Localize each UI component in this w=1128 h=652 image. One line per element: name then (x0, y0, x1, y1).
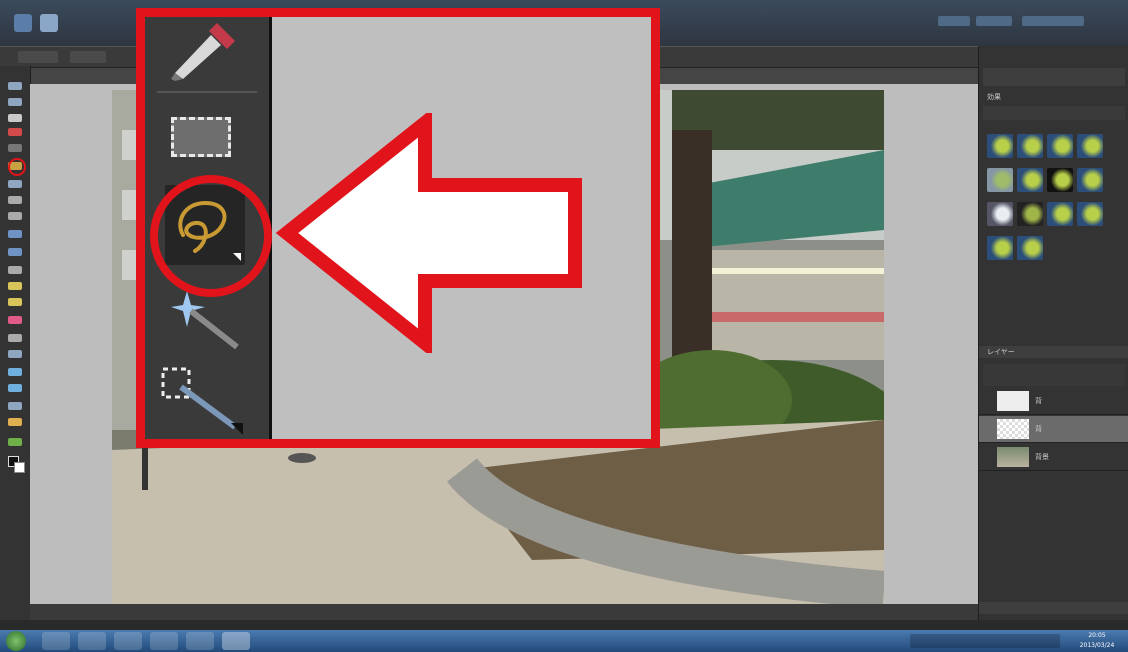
menu-item[interactable] (18, 51, 58, 63)
clock[interactable]: 20:05 2013/03/24 (1072, 631, 1122, 651)
clock-date: 2013/03/24 (1079, 642, 1115, 649)
home-icon[interactable] (40, 14, 58, 32)
toolbar-divider (157, 91, 257, 93)
layer-thumbnail (997, 419, 1029, 439)
straighten-tool-icon[interactable] (8, 248, 22, 256)
effect-thumbnail[interactable] (1077, 134, 1103, 158)
effect-thumbnail[interactable] (1017, 236, 1043, 260)
effect-thumbnail[interactable] (1047, 202, 1073, 226)
ie-taskbar-icon[interactable] (42, 632, 70, 650)
paint-bucket-tool-icon[interactable] (8, 368, 22, 376)
histogram-panel-header[interactable] (979, 602, 1128, 614)
eyedropper-tool-icon[interactable] (169, 21, 241, 81)
layer-row[interactable]: 背景 (979, 444, 1128, 471)
background-color-swatch[interactable] (14, 462, 25, 473)
quick-selection-tool-icon[interactable] (159, 365, 249, 435)
status-bar (30, 604, 978, 620)
tools-panel (0, 66, 31, 626)
layer-thumbnail (997, 391, 1029, 411)
bottom-info-bar (0, 620, 1128, 630)
window-control[interactable] (938, 16, 970, 26)
blur-tool-icon[interactable] (8, 418, 22, 426)
panel-tabs (983, 68, 1125, 86)
brush-tool-icon[interactable] (8, 334, 22, 342)
healing-brush-tool-icon[interactable] (8, 282, 22, 290)
app-taskbar-icon[interactable] (186, 632, 214, 650)
clone-stamp-tool-icon[interactable] (8, 298, 22, 306)
effect-thumbnail[interactable] (1017, 168, 1043, 192)
effect-thumbnail[interactable] (987, 236, 1013, 260)
effect-thumbnail[interactable] (1017, 134, 1043, 158)
layer-thumbnail (997, 447, 1029, 467)
effect-thumbnail[interactable] (987, 202, 1013, 226)
effect-thumbnail[interactable] (1017, 202, 1043, 226)
sponge-tool-icon[interactable] (8, 438, 22, 446)
layers-panel-header[interactable]: レイヤー (979, 346, 1128, 358)
workspace-switch[interactable] (1022, 16, 1084, 26)
highlight-circle (150, 175, 272, 297)
crop-tool-icon[interactable] (8, 212, 22, 220)
clock-time: 20:05 (1088, 632, 1106, 639)
effect-thumbnail[interactable] (1077, 202, 1103, 226)
media-taskbar-icon[interactable] (114, 632, 142, 650)
effect-thumbnail[interactable] (987, 168, 1013, 192)
eraser-tool-icon[interactable] (8, 316, 22, 324)
rectangular-marquee-tool-icon[interactable] (171, 117, 231, 157)
zoom-callout-frame (136, 8, 660, 448)
layer-row[interactable]: 背 (979, 388, 1128, 415)
window-control[interactable] (976, 16, 1012, 26)
effects-toolbar (983, 106, 1125, 120)
cookie-cutter-tool-icon[interactable] (8, 230, 22, 238)
eyedropper-tool-icon[interactable] (8, 128, 22, 136)
magic-wand-tool-icon[interactable] (8, 180, 22, 188)
layer-name: 背 (1035, 397, 1042, 405)
layer-row-selected[interactable]: 背 (979, 416, 1128, 443)
effect-thumbnail[interactable] (1077, 168, 1103, 192)
elements-taskbar-icon[interactable] (222, 632, 250, 650)
callout-arrow (275, 113, 582, 353)
red-eye-tool-icon[interactable] (8, 266, 22, 274)
effect-thumbnail[interactable] (1047, 168, 1073, 192)
app-taskbar-icon[interactable] (150, 632, 178, 650)
small-highlight-circle (8, 158, 26, 176)
app-logo-icon (14, 14, 32, 32)
system-tray[interactable] (910, 634, 1060, 648)
menu-item[interactable] (70, 51, 106, 63)
marquee-tool-icon[interactable] (8, 144, 22, 152)
layers-panel-title: レイヤー (987, 348, 1015, 356)
window-buttons[interactable] (1092, 15, 1122, 27)
panel-bin: 効果 レイヤー 背 背 背景 (978, 46, 1128, 626)
effect-thumbnail[interactable] (987, 134, 1013, 158)
explorer-taskbar-icon[interactable] (78, 632, 106, 650)
smart-brush-tool-icon[interactable] (8, 350, 22, 358)
hand-tool-icon[interactable] (8, 114, 22, 122)
shape-tool-icon[interactable] (8, 402, 22, 410)
start-button-icon[interactable] (6, 631, 26, 651)
gradient-tool-icon[interactable] (8, 384, 22, 392)
effects-panel-header[interactable]: 効果 (987, 92, 1001, 102)
effect-thumbnail[interactable] (1047, 134, 1073, 158)
layer-name: 背 (1035, 425, 1042, 433)
layer-name: 背景 (1035, 453, 1049, 461)
layers-options (983, 364, 1125, 386)
type-tool-icon[interactable] (8, 196, 22, 204)
zoom-tool-icon[interactable] (8, 98, 22, 106)
move-tool-icon[interactable] (8, 82, 22, 90)
